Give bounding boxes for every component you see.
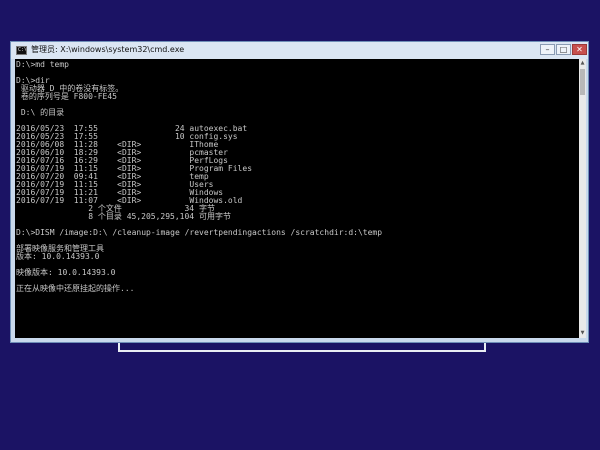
console-output[interactable]: D:\>md temp D:\>dir 驱动器 D 中的卷没有标签。 卷的序列号是… — [15, 59, 579, 338]
close-button[interactable]: ✕ — [572, 44, 587, 55]
console-line: 版本: 10.0.14393.0 — [16, 252, 100, 261]
maximize-button[interactable]: □ — [556, 44, 571, 55]
console-line: D:\>md temp — [16, 60, 69, 69]
window-title: 管理员: X:\windows\system32\cmd.exe — [31, 45, 185, 54]
console-line: 映像版本: 10.0.14393.0 — [16, 268, 116, 277]
cmd-window[interactable]: C:\ 管理员: X:\windows\system32\cmd.exe – □… — [10, 41, 589, 343]
scroll-up-arrow-icon[interactable]: ▲ — [579, 59, 586, 68]
minimize-button[interactable]: – — [540, 44, 555, 55]
console-line: D:\>DISM /image:D:\ /cleanup-image /reve… — [16, 228, 383, 237]
title-bar[interactable]: C:\ 管理员: X:\windows\system32\cmd.exe – □… — [11, 42, 588, 59]
console-line: 正在从映像中还原挂起的操作... — [16, 284, 135, 293]
console-lines: D:\>md temp D:\>dir 驱动器 D 中的卷没有标签。 卷的序列号是… — [16, 61, 382, 301]
scroll-thumb[interactable] — [580, 69, 585, 95]
cmd-app-icon[interactable]: C:\ — [16, 46, 27, 55]
console-line: 8 个目录 45,205,295,104 可用字节 — [16, 212, 231, 221]
console-line: 卷的序列号是 F800-FE45 — [16, 92, 117, 101]
scroll-down-arrow-icon[interactable]: ▼ — [579, 329, 586, 338]
vertical-scrollbar[interactable]: ▲ ▼ — [579, 59, 586, 338]
console-line: D:\ 的目录 — [16, 108, 65, 117]
